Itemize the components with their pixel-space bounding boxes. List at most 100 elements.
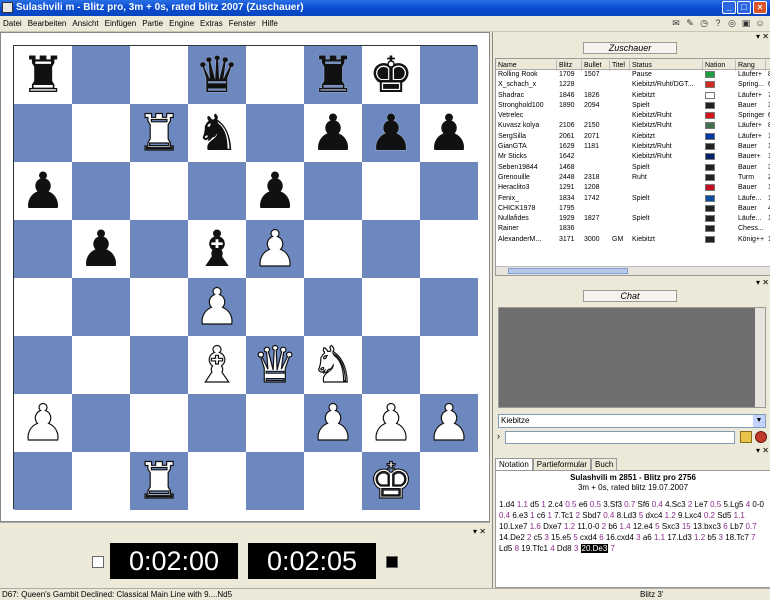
seek-icon[interactable]: ◎ bbox=[726, 17, 738, 29]
move-item[interactable]: cxd4 bbox=[580, 533, 597, 542]
white-pawn-icon[interactable]: ♟ bbox=[188, 277, 246, 336]
tab-buch[interactable]: Buch bbox=[591, 458, 618, 470]
pane-buttons[interactable]: ▾ ✕ bbox=[473, 527, 486, 536]
move-item[interactable]: 2.c4 bbox=[548, 500, 563, 509]
board-square[interactable] bbox=[72, 394, 130, 452]
phone-icon[interactable] bbox=[755, 431, 767, 443]
move-item[interactable]: Sf6 bbox=[638, 500, 650, 509]
board-square[interactable] bbox=[72, 452, 130, 510]
board-square[interactable] bbox=[420, 336, 478, 394]
move-item[interactable]: Sd5 bbox=[717, 511, 731, 520]
white-pawn-icon[interactable]: ♟ bbox=[246, 219, 304, 278]
table-row[interactable]: Rolling Rook 1709 1507 Pause Läufer+ 8 bbox=[496, 70, 770, 80]
menu-item[interactable]: Extras bbox=[197, 16, 226, 31]
white-knight-icon[interactable]: ♞ bbox=[304, 335, 362, 394]
white-bishop-icon[interactable]: ♝ bbox=[188, 335, 246, 394]
scroll-thumb[interactable] bbox=[508, 268, 628, 274]
table-row[interactable]: GianGTA 1629 1181 Kiebitzt/Ruht Bauer 1 bbox=[496, 142, 770, 152]
move-item[interactable]: b6 bbox=[608, 522, 617, 531]
board-square[interactable] bbox=[130, 278, 188, 336]
move-item[interactable]: 19.Tfc1 bbox=[521, 544, 548, 553]
table-row[interactable]: AlexanderM... 3171 3000 GM Kiebitzt König++1 bbox=[496, 235, 770, 245]
move-item[interactable]: 11.0-0 bbox=[577, 522, 599, 531]
board-square[interactable]: ♜ bbox=[14, 46, 72, 104]
move-item[interactable]: 12.e4 bbox=[633, 522, 653, 531]
lock-icon[interactable]: ▣ bbox=[740, 17, 752, 29]
table-row[interactable]: Kuvasz kolya 2106 2150 Kiebitzt/Ruht Läufer+… bbox=[496, 121, 770, 131]
black-pawn-icon[interactable]: ♟ bbox=[304, 104, 362, 162]
menu-item[interactable]: Fenster bbox=[226, 16, 259, 31]
white-rook-icon[interactable]: ♜ bbox=[130, 103, 188, 162]
white-pawn-icon[interactable]: ♟ bbox=[420, 393, 478, 452]
table-row[interactable]: SergSilla 2061 2071 Kiebitzt Läufer+ 1 bbox=[496, 132, 770, 142]
board-square[interactable]: ♟ bbox=[14, 393, 72, 453]
send-icon[interactable] bbox=[740, 431, 752, 443]
move-item[interactable]: a6 bbox=[643, 533, 652, 542]
board-square[interactable] bbox=[72, 104, 130, 162]
table-row[interactable]: Heraclito3 1291 1208 Bauer 1 bbox=[496, 183, 770, 193]
black-pawn-icon[interactable]: ♟ bbox=[246, 162, 304, 220]
chess-board[interactable]: ♜ ♛ ♜ ♚ ♜ ♞ ♟ ♟ ♟ ♟ ♟ ♟ ♝ ♟ ♟ ♝ ♛ ♞ ♟ ♟ ♟ ♟ ♜ ♚ bbox=[13, 45, 478, 511]
board-square[interactable] bbox=[246, 104, 304, 162]
move-item[interactable]: 18.Tc7 bbox=[725, 533, 749, 542]
board-square[interactable] bbox=[14, 336, 72, 394]
black-rook-icon[interactable]: ♜ bbox=[304, 46, 362, 104]
board-square[interactable] bbox=[188, 162, 246, 220]
move-item[interactable]: 10.Lxe7 bbox=[499, 522, 527, 531]
chat-channel-select[interactable]: Kiebitze ▼ bbox=[498, 414, 766, 428]
black-pawn-icon[interactable]: ♟ bbox=[14, 162, 72, 220]
board-square[interactable]: ♝ bbox=[188, 335, 246, 395]
move-item[interactable]: Ld5 bbox=[499, 544, 512, 553]
table-row[interactable]: Fenix_ 1834 1742 Spielt Läufe... 1 bbox=[496, 194, 770, 204]
board-square[interactable]: ♝ bbox=[188, 220, 246, 278]
black-pawn-icon[interactable]: ♟ bbox=[420, 104, 478, 162]
chevron-down-icon[interactable]: ▼ bbox=[753, 415, 765, 427]
board-square[interactable]: ♜ bbox=[304, 46, 362, 104]
menu-item[interactable]: Hilfe bbox=[259, 16, 281, 31]
board-square[interactable]: ♚ bbox=[362, 46, 420, 104]
move-item[interactable]: 13.bxc3 bbox=[693, 522, 721, 531]
table-row[interactable]: Stronghold100 1890 2094 Spielt Bauer 3 bbox=[496, 101, 770, 111]
pane-close-icon[interactable]: ▾ ✕ bbox=[756, 446, 769, 455]
board-square[interactable] bbox=[188, 452, 246, 510]
board-square[interactable] bbox=[130, 46, 188, 104]
table-row[interactable]: X_schach_x 1228 Kiebitzt/Ruht/DGT... Spring… bbox=[496, 80, 770, 90]
board-square[interactable]: ♜ bbox=[130, 451, 188, 511]
move-item[interactable]: d5 bbox=[530, 500, 539, 509]
white-king-icon[interactable]: ♚ bbox=[362, 451, 420, 510]
chat-input[interactable] bbox=[505, 431, 735, 444]
board-square[interactable] bbox=[188, 394, 246, 452]
board-square[interactable]: ♛ bbox=[188, 46, 246, 104]
pane-close-icon[interactable]: ▾ ✕ bbox=[756, 32, 769, 41]
menu-item[interactable]: Bearbeiten bbox=[25, 16, 70, 31]
board-square[interactable] bbox=[130, 162, 188, 220]
move-item[interactable]: c5 bbox=[534, 533, 542, 542]
board-square[interactable] bbox=[362, 220, 420, 278]
notation-panel[interactable]: Sulashvili m 2851 - Blitz pro 2756 3m + … bbox=[495, 470, 770, 588]
board-square[interactable]: ♟ bbox=[246, 162, 304, 220]
table-row[interactable]: CHICK1978 1795 Bauer 4 bbox=[496, 204, 770, 214]
black-pawn-icon[interactable]: ♟ bbox=[72, 220, 130, 278]
move-item[interactable]: 7.Tc1 bbox=[554, 511, 573, 520]
black-knight-icon[interactable]: ♞ bbox=[188, 104, 246, 162]
board-square[interactable]: ♟ bbox=[72, 220, 130, 278]
board-square[interactable] bbox=[130, 336, 188, 394]
move-item[interactable]: c6 bbox=[537, 511, 545, 520]
board-square[interactable]: ♟ bbox=[304, 104, 362, 162]
table-row[interactable]: Shadrac 1846 1826 Kiebitzt Läufer+ 7 bbox=[496, 91, 770, 101]
table-row[interactable]: Vetrelec Kiebitzt/Ruht Springer6 bbox=[496, 111, 770, 121]
white-pawn-icon[interactable]: ♟ bbox=[304, 393, 362, 452]
chat-icon[interactable]: ✉ bbox=[670, 17, 682, 29]
chat-output[interactable] bbox=[498, 307, 766, 408]
board-square[interactable] bbox=[420, 162, 478, 220]
move-item[interactable]: 5.Lg5 bbox=[723, 500, 743, 509]
move-item[interactable]: 8.Ld3 bbox=[617, 511, 637, 520]
white-pawn-icon[interactable]: ♟ bbox=[14, 393, 72, 452]
help-icon[interactable]: ? bbox=[712, 17, 724, 29]
move-item[interactable]: dxc4 bbox=[646, 511, 663, 520]
board-square[interactable] bbox=[420, 278, 478, 336]
move-item[interactable]: e6 bbox=[579, 500, 588, 509]
table-row[interactable]: Rainer 1836 Chess... bbox=[496, 224, 770, 234]
board-square[interactable]: ♟ bbox=[188, 277, 246, 337]
move-item[interactable]: 3.Sf3 bbox=[603, 500, 622, 509]
